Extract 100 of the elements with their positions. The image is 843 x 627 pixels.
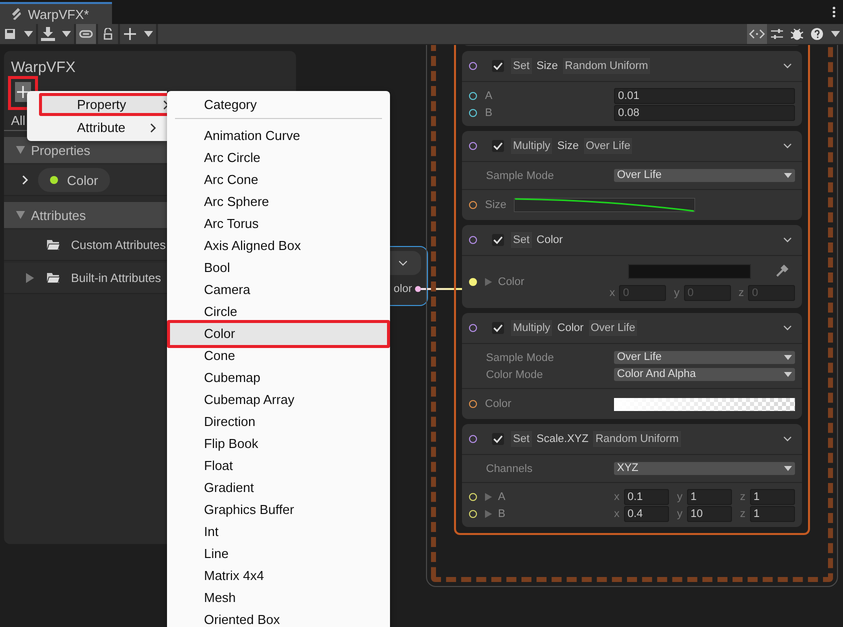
field-label: A bbox=[485, 90, 492, 102]
input-port[interactable] bbox=[469, 510, 477, 518]
menu-item[interactable]: Gradient bbox=[167, 477, 390, 499]
flow-port[interactable] bbox=[469, 435, 477, 443]
number-field[interactable]: 1 bbox=[686, 488, 732, 504]
folder-label[interactable]: Custom Attributes bbox=[71, 238, 166, 252]
dropdown-field[interactable]: Over Life bbox=[614, 351, 795, 364]
menu-item[interactable]: Line bbox=[167, 543, 390, 565]
block-attribute: Scale.XYZ bbox=[536, 433, 588, 445]
help-icon bbox=[811, 28, 823, 40]
sliders-icon bbox=[770, 28, 784, 40]
gradient-preview[interactable] bbox=[614, 398, 795, 410]
number-field[interactable]: 1 bbox=[750, 488, 795, 504]
enable-checkbox[interactable] bbox=[492, 140, 504, 152]
folder-icon bbox=[46, 272, 61, 284]
axis-label: x bbox=[610, 286, 615, 298]
color-swatch[interactable] bbox=[628, 264, 751, 278]
block-verb: Multiply bbox=[511, 138, 552, 154]
menu-item[interactable]: Matrix 4x4 bbox=[167, 565, 390, 587]
document-tab[interactable]: WarpVFX* bbox=[0, 2, 112, 24]
more-icon[interactable] bbox=[832, 6, 836, 18]
menu-item[interactable]: Color bbox=[167, 320, 390, 348]
menu-item[interactable]: Mesh bbox=[167, 587, 390, 609]
block-card[interactable]: Set Scale.XYZ Random Uniform Channels XYZ A x 0.1 y 1 z 1 B x 0.4 y 10 z 1 bbox=[462, 424, 802, 527]
port-label: olor bbox=[394, 283, 412, 295]
number-field[interactable]: 1 bbox=[750, 506, 795, 522]
axis-label: z bbox=[740, 490, 746, 502]
block-attribute: Color bbox=[536, 234, 563, 246]
enable-checkbox[interactable] bbox=[492, 234, 504, 246]
menu-item[interactable]: Float bbox=[167, 455, 390, 477]
number-field[interactable]: 0.4 bbox=[624, 506, 669, 522]
chevron-icon bbox=[399, 260, 407, 266]
dropdown-field[interactable]: Color And Alpha bbox=[614, 368, 795, 381]
dropdown-field[interactable]: XYZ bbox=[614, 462, 795, 475]
menu-item[interactable]: Cubemap Array bbox=[167, 389, 390, 411]
block-attribute: Size bbox=[536, 60, 558, 72]
block-attribute: Size bbox=[557, 140, 579, 152]
menu-item[interactable]: Circle bbox=[167, 301, 390, 323]
menu-item[interactable]: Bool bbox=[167, 257, 390, 279]
input-port[interactable] bbox=[469, 92, 477, 100]
lock-icon bbox=[103, 28, 113, 40]
folder-label[interactable]: Built-in Attributes bbox=[71, 271, 162, 285]
axis-label: z bbox=[740, 508, 746, 520]
menu-item[interactable]: Graphics Buffer bbox=[167, 499, 390, 521]
menu-item[interactable]: Cubemap bbox=[167, 367, 390, 389]
block-verb: Multiply bbox=[511, 320, 552, 336]
chevron-icon[interactable] bbox=[783, 237, 792, 243]
block-card[interactable]: Set Size Random Uniform A 0.01 B 0.08 bbox=[462, 51, 802, 126]
caret-icon[interactable] bbox=[830, 31, 840, 37]
code-button[interactable] bbox=[747, 24, 767, 44]
enable-checkbox[interactable] bbox=[492, 60, 504, 72]
import-button[interactable] bbox=[38, 24, 58, 44]
chevron-icon[interactable] bbox=[783, 436, 792, 442]
menu-item[interactable]: Axis Aligned Box bbox=[167, 235, 390, 257]
port-dot[interactable] bbox=[415, 286, 421, 292]
block-card[interactable]: Multiply Size Over Life Sample Mode Over Life Size bbox=[462, 131, 802, 220]
menu-item[interactable]: Cone bbox=[167, 345, 390, 367]
number-field[interactable]: 0.08 bbox=[614, 104, 795, 120]
caret-icon[interactable] bbox=[24, 31, 32, 37]
number-field[interactable]: 0.01 bbox=[614, 88, 795, 104]
axis-label: y bbox=[677, 490, 682, 502]
curve-preview[interactable] bbox=[514, 198, 696, 212]
flow-port[interactable] bbox=[469, 142, 477, 150]
menu-item[interactable]: Int bbox=[167, 521, 390, 543]
menu-header: Category bbox=[203, 96, 258, 114]
input-port[interactable] bbox=[469, 492, 477, 500]
chevron-icon bbox=[163, 100, 169, 110]
flow-port[interactable] bbox=[469, 62, 477, 70]
block-card[interactable]: Multiply Color Over Life Sample Mode Over Life Color Mode Color And Alpha Color bbox=[462, 313, 802, 419]
chevron-icon[interactable] bbox=[783, 143, 792, 149]
link-button[interactable] bbox=[76, 24, 96, 44]
enable-checkbox[interactable] bbox=[492, 322, 504, 334]
menu-item[interactable]: Flip Book bbox=[167, 433, 390, 455]
menu-item[interactable]: Oriented Box bbox=[167, 609, 390, 627]
menu-item[interactable]: Arc Cone bbox=[167, 169, 390, 191]
eyedropper-icon[interactable] bbox=[775, 264, 789, 278]
dropdown-field[interactable]: Over Life bbox=[614, 169, 795, 182]
block-mode: Random Uniform bbox=[593, 431, 681, 447]
field-label: Color bbox=[485, 398, 512, 410]
number-field[interactable]: 10 bbox=[686, 506, 732, 522]
input-port[interactable] bbox=[469, 201, 477, 209]
input-port[interactable] bbox=[469, 400, 477, 408]
chevron-icon[interactable] bbox=[783, 325, 792, 331]
flow-port[interactable] bbox=[469, 236, 477, 244]
property-pill[interactable]: Color bbox=[38, 168, 110, 192]
number-field[interactable]: 0.1 bbox=[624, 488, 669, 504]
code-icon bbox=[749, 29, 765, 39]
menu-item[interactable]: Direction bbox=[167, 411, 390, 433]
enable-checkbox[interactable] bbox=[492, 433, 504, 445]
filter-tab[interactable]: All bbox=[11, 112, 26, 128]
axis-label: y bbox=[674, 286, 680, 298]
input-port[interactable] bbox=[469, 108, 477, 116]
chevron-icon[interactable] bbox=[783, 63, 792, 69]
menu-item[interactable]: Attribute bbox=[39, 116, 166, 139]
expand-icon[interactable] bbox=[22, 175, 28, 185]
axis-label: x bbox=[614, 508, 620, 520]
menu-item[interactable]: Camera bbox=[167, 279, 390, 301]
caret-icon[interactable] bbox=[62, 31, 70, 37]
caret-icon[interactable] bbox=[144, 31, 152, 37]
flow-port[interactable] bbox=[469, 324, 477, 332]
